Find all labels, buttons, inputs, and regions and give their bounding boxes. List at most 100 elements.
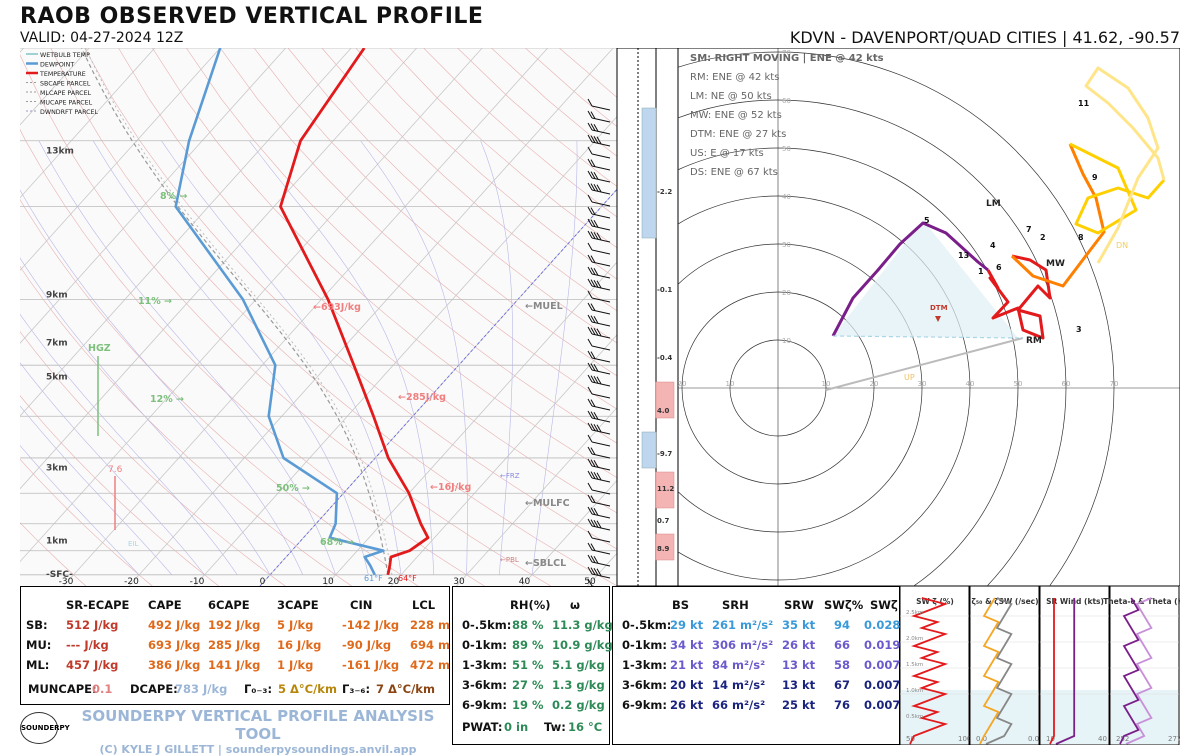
lapse-36-label: Γ₃₋₆:	[342, 682, 371, 696]
mulfc-label: ←MULFC	[525, 498, 570, 509]
rh-annotation: 50% →	[276, 483, 310, 494]
hodo-ring-label: 40	[966, 380, 975, 388]
moisture-rh: 51 %	[512, 658, 544, 672]
cape-annotation: ←693J/kg	[313, 302, 361, 313]
hodo-ring-label: 70	[1110, 380, 1119, 388]
kin-header-sw: SWζ	[870, 598, 898, 612]
kin-row-label: 6-9km:	[622, 698, 668, 712]
height-marker: 9	[1092, 173, 1098, 182]
mini-height-label: 2.5km	[906, 610, 923, 616]
hgz-label: HGZ	[88, 343, 111, 354]
lapse-36-value: 7 Δ°C/km	[376, 682, 435, 696]
thermo-cell: 192 J/kg	[208, 618, 261, 632]
mini-panels: SW ζ (%)50 100ζ₅₀ & ζSW (/sec)0.0 0.04SR W…	[900, 586, 1180, 745]
dn-label: DN	[1116, 241, 1128, 250]
moisture-table: RH(%) ω 0-.5km: 88 % 11.3 g/kg 0-1km: 89 % 10…	[452, 586, 613, 745]
hodo-ring-label: 30	[918, 380, 927, 388]
kin-row-label: 0-.5km:	[622, 618, 672, 632]
thermo-cell: 5 J/kg	[277, 618, 314, 632]
thermo-cell: 285 J/kg	[208, 638, 261, 652]
moisture-w: 0.2 g/kg	[552, 698, 605, 712]
sblcl-label: ←SBLCL	[525, 558, 566, 569]
dcape-value: 783 J/kg	[175, 682, 228, 696]
pwat-value: 0 in	[504, 720, 529, 734]
station-info: KDVN - DAVENPORT/QUAD CITIES | 41.62, -9…	[789, 28, 1180, 47]
hodo-ring-label: 10	[822, 380, 831, 388]
kin-swp: 76	[834, 698, 851, 712]
rh-annotation: 12% →	[150, 394, 184, 405]
kin-srh: 14 m²/s²	[712, 678, 766, 692]
sfc-temp-label: 64°F	[398, 574, 417, 583]
height-marker: 3	[1076, 325, 1082, 334]
hodo-ring-label: 20	[782, 289, 791, 297]
moisture-w: 5.1 g/kg	[552, 658, 605, 672]
moisture-rh: 88 %	[512, 618, 544, 632]
sfc-dewpoint-label: 61°F	[364, 574, 383, 583]
storm-motion-info: DTM: ENE @ 27 kts	[690, 129, 786, 140]
cape-annotation: ←16J/kg	[430, 482, 471, 493]
thermo-cell: -161 J/kg	[342, 658, 400, 672]
hodo-ring-label: 30	[782, 241, 791, 249]
thermo-header-cape: CAPE	[148, 598, 182, 612]
pbl-label: ←PBL	[500, 556, 519, 564]
rm-label: RM	[1026, 336, 1042, 346]
sounderpy-logo: SOUNDERPY	[20, 712, 70, 744]
hodo-ring-label: 50	[782, 145, 791, 153]
lapse-rate-label: 7.6	[108, 465, 123, 475]
storm-motion-info: SM: RIGHT MOVING | ENE @ 42 kts	[690, 53, 884, 64]
thermo-cell: 512 J/kg	[66, 618, 119, 632]
thermo-cell: 693 J/kg	[148, 638, 201, 652]
dtm-label: DTM	[930, 304, 948, 312]
height-marker: 5	[924, 216, 930, 225]
tw-value: 16 °C	[568, 720, 603, 734]
hodograph-chart: 1010102020203030304040405050506060607070…	[678, 48, 1180, 586]
mini-tick: 277	[1168, 735, 1180, 743]
moisture-header-w: ω	[570, 598, 580, 612]
lapse-03-value: 5 Δ°C/km	[278, 682, 337, 696]
temp-tick-label: -20	[124, 577, 139, 586]
omega-label: -2.2	[657, 188, 672, 196]
temp-tick-label: 0	[260, 577, 266, 586]
moisture-rh: 19 %	[512, 698, 544, 712]
omega-bar	[641, 431, 657, 469]
hodo-ring-label: 50	[1014, 380, 1023, 388]
kin-header-srw: SRW	[784, 598, 814, 612]
temp-tick-label: -10	[190, 577, 205, 586]
moisture-w: 1.3 g/kg	[552, 678, 605, 692]
mw-label: MW	[1046, 259, 1065, 269]
moisture-row-label: 0-.5km:	[462, 618, 512, 632]
hodo-ring-label: 20	[678, 380, 686, 388]
kin-header-srh: SRH	[722, 598, 749, 612]
kin-srw: 13 kt	[782, 678, 816, 692]
kin-srw: 25 kt	[782, 698, 816, 712]
thermo-cell: 1 J/kg	[277, 658, 314, 672]
temp-tick-label: 10	[322, 577, 334, 586]
kinematic-table: BS SRH SRW SWζ% SWζ 0-.5km: 29 kt 261 m²/s…	[612, 586, 900, 745]
kin-srw: 35 kt	[782, 618, 816, 632]
kin-swp: 58	[834, 658, 851, 672]
thermo-cell: 16 J/kg	[277, 638, 322, 652]
hodo-ring-label: 60	[1062, 380, 1071, 388]
kin-srw: 13 kt	[782, 658, 816, 672]
thermo-cell: -90 J/kg	[342, 638, 392, 652]
rh-annotation: 8% →	[160, 191, 187, 202]
thermo-header-3cape: 3CAPE	[277, 598, 319, 612]
kin-bs: 29 kt	[670, 618, 704, 632]
mini-tick: 100	[958, 735, 971, 743]
valid-time: VALID: 04-27-2024 12Z	[20, 30, 184, 46]
kin-sw: 0.007	[864, 658, 901, 672]
storm-motion-info: US: E @ 17 kts	[690, 148, 764, 159]
thermo-header-srecape: SR-ECAPE	[66, 598, 130, 612]
skewt-chart: WETBULB TEMP DEWPOINT TEMPERATURE SBCAPE PA…	[20, 48, 678, 586]
omega-label: 4.0	[657, 407, 670, 415]
moisture-row-label: 1-3km:	[462, 658, 508, 672]
legend-entry: MUCAPE PARCEL	[40, 100, 93, 107]
kin-sw: 0.007	[864, 678, 901, 692]
rh-annotation: 68% →	[320, 537, 354, 548]
kin-bs: 26 kt	[670, 698, 704, 712]
kin-bs: 20 kt	[670, 678, 704, 692]
legend-entry: DEWPOINT	[40, 62, 74, 69]
height-marker: 2	[1040, 233, 1046, 242]
thermo-cell: 386 J/kg	[148, 658, 201, 672]
height-label: 7km	[46, 338, 68, 348]
